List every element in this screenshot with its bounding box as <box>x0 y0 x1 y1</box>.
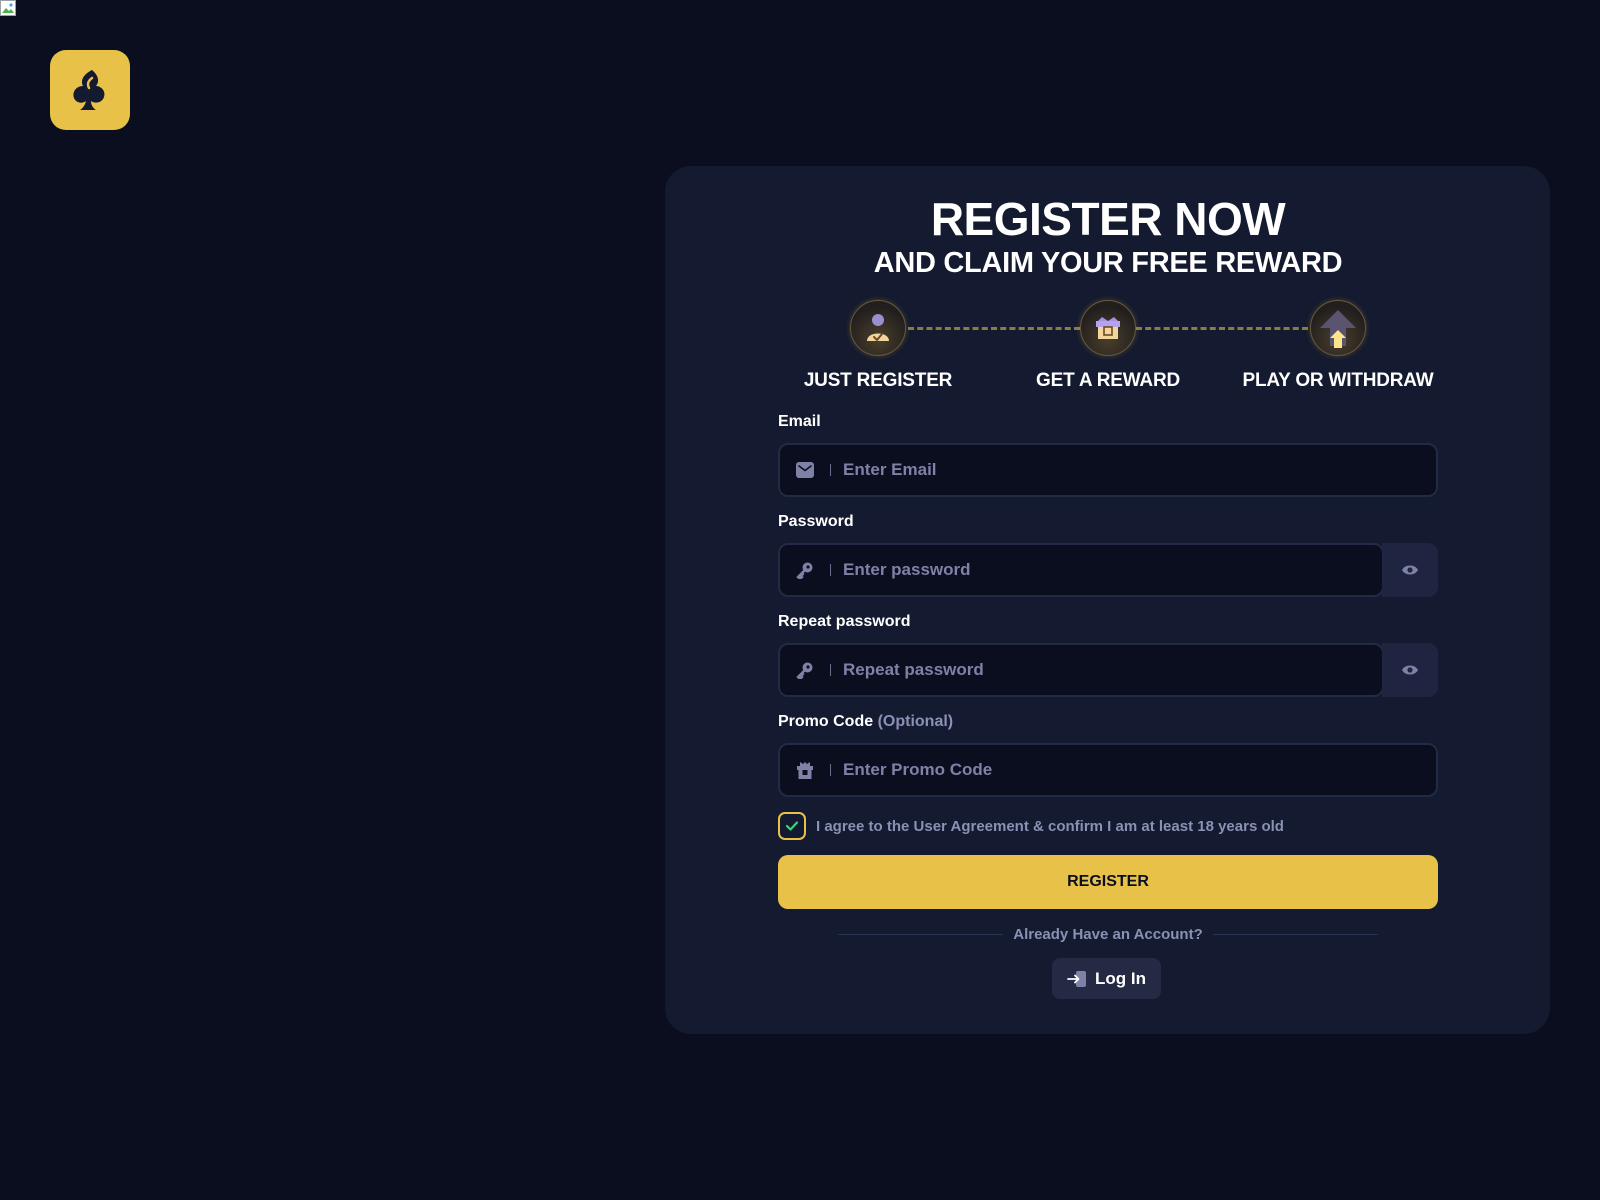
password-label: Password <box>778 513 854 530</box>
password-input[interactable] <box>843 545 1382 595</box>
email-input[interactable] <box>843 445 1436 495</box>
login-button[interactable]: Log In <box>1052 958 1161 999</box>
already-account-text: Already Have an Account? <box>1013 926 1203 943</box>
register-button[interactable]: REGISTER <box>778 855 1438 909</box>
account-divider: Already Have an Account? <box>838 926 1378 943</box>
input-separator <box>830 564 831 576</box>
step-label: PLAY OR WITHDRAW <box>1242 370 1434 391</box>
step-get-reward: GET A REWARD <box>1008 300 1208 392</box>
promo-code-input[interactable] <box>843 745 1436 795</box>
register-card: REGISTER NOW AND CLAIM YOUR FREE REWARD … <box>665 166 1550 1034</box>
spade-logo-icon <box>73 70 105 110</box>
optional-tag: (Optional) <box>877 713 954 730</box>
eye-icon <box>1402 565 1418 575</box>
agree-checkbox[interactable] <box>778 812 806 840</box>
page-subtitle: AND CLAIM YOUR FREE REWARD <box>873 247 1343 279</box>
promo-code-field[interactable] <box>778 743 1438 797</box>
login-button-label[interactable]: Log In <box>1095 969 1146 989</box>
check-icon <box>785 821 799 831</box>
input-separator <box>830 464 831 476</box>
step-play-withdraw: PLAY OR WITHDRAW <box>1238 300 1438 392</box>
email-field[interactable] <box>778 443 1438 497</box>
divider-line <box>838 934 1004 935</box>
mail-icon <box>780 445 830 495</box>
repeat-password-input[interactable] <box>843 645 1382 695</box>
spade-logo[interactable] <box>50 50 130 130</box>
gift-icon <box>1080 300 1136 356</box>
login-icon <box>1067 970 1086 987</box>
promo-code-label: Promo Code (Optional) <box>778 713 953 731</box>
agree-text[interactable]: I agree to the User Agreement & confirm … <box>816 818 1284 835</box>
key-icon <box>780 645 830 695</box>
agreement-row: I agree to the User Agreement & confirm … <box>778 812 1284 840</box>
input-separator <box>830 664 831 676</box>
divider-line <box>1212 934 1378 935</box>
user-check-icon <box>850 300 906 356</box>
page-title: REGISTER NOW <box>930 193 1286 245</box>
repeat-password-label: Repeat password <box>778 613 911 630</box>
reward-steps: JUST REGISTER GET A REWARD PLAY OR WITHD… <box>778 300 1438 400</box>
promo-code-label-text: Promo Code <box>778 713 874 730</box>
broken-image-icon <box>0 0 16 16</box>
password-field[interactable] <box>778 543 1384 597</box>
step-label: JUST REGISTER <box>803 370 953 391</box>
show-repeat-password-button[interactable] <box>1382 643 1438 697</box>
repeat-password-field[interactable] <box>778 643 1384 697</box>
show-password-button[interactable] <box>1382 543 1438 597</box>
key-icon <box>780 545 830 595</box>
step-just-register: JUST REGISTER <box>778 300 978 392</box>
input-separator <box>830 764 831 776</box>
email-label: Email <box>778 413 821 430</box>
eye-icon <box>1402 665 1418 675</box>
gift-icon <box>780 745 830 795</box>
arrow-up-icon <box>1310 300 1366 356</box>
step-label: GET A REWARD <box>1036 370 1180 391</box>
